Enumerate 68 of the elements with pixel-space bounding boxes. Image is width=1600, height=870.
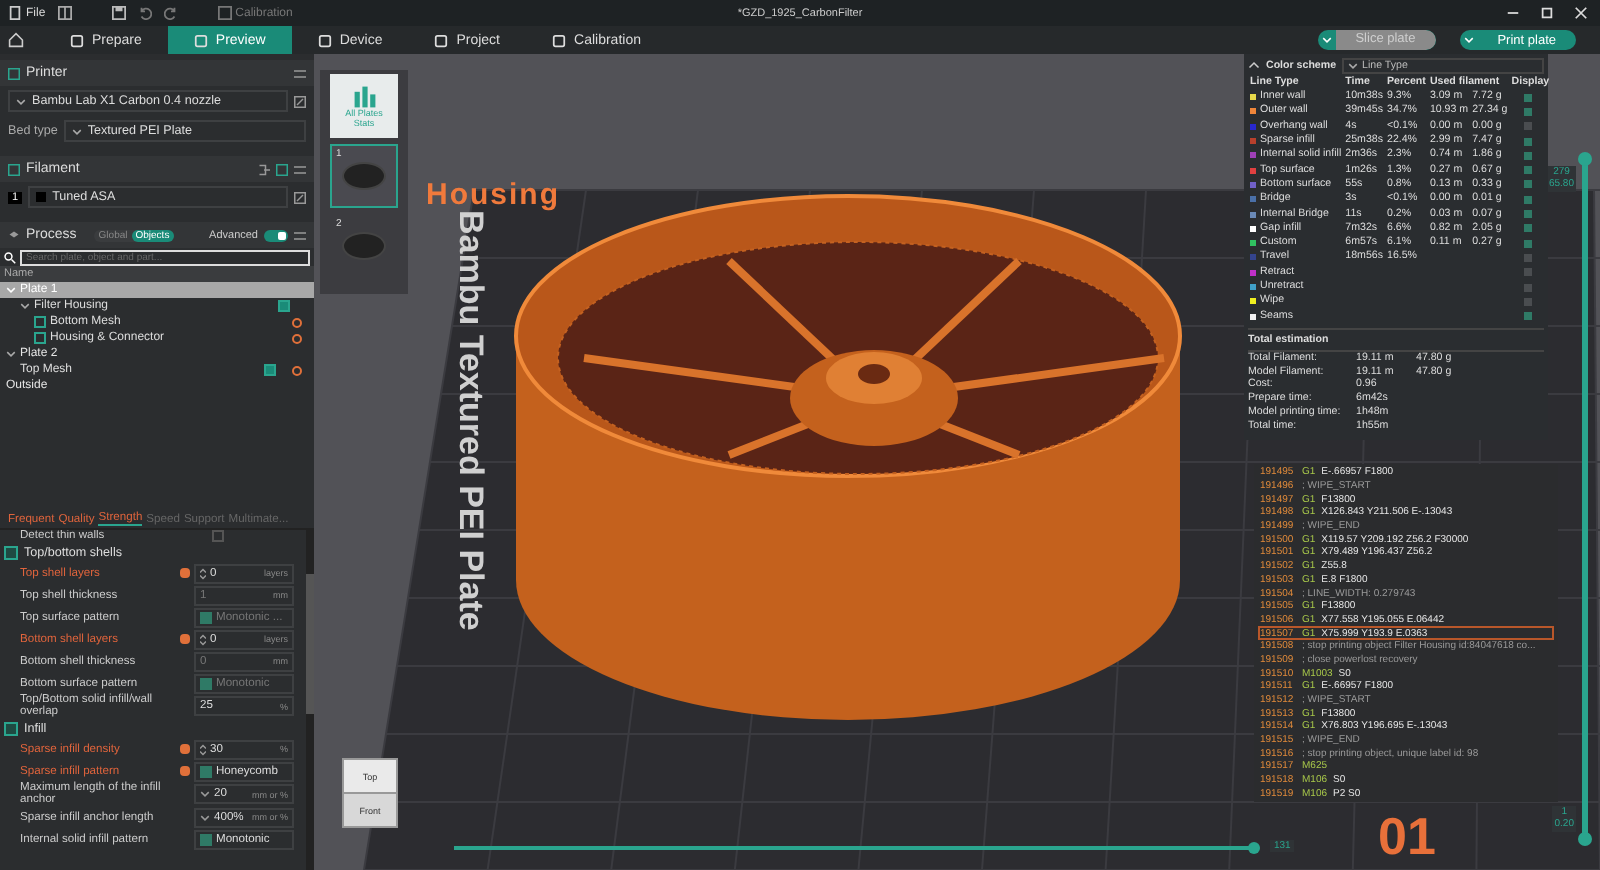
display-checkbox[interactable] bbox=[1523, 297, 1532, 306]
collapse-icon[interactable] bbox=[1248, 60, 1260, 72]
model-thumbnail bbox=[342, 162, 386, 190]
sliders-icon[interactable] bbox=[294, 67, 306, 79]
spinner-icon[interactable] bbox=[200, 743, 206, 756]
caret-icon bbox=[16, 97, 26, 105]
display-checkbox[interactable] bbox=[1523, 253, 1532, 262]
plate-text: Bambu Textured PEI Plate bbox=[452, 210, 490, 631]
display-checkbox[interactable] bbox=[1523, 239, 1532, 248]
display-checkbox[interactable] bbox=[1523, 122, 1532, 131]
layers-icon bbox=[8, 229, 20, 241]
edit-icon[interactable] bbox=[294, 191, 306, 203]
object-label: Housing bbox=[426, 178, 560, 212]
display-checkbox[interactable] bbox=[1523, 195, 1532, 204]
pattern-icon bbox=[200, 677, 212, 690]
slider-thumb[interactable] bbox=[1578, 152, 1592, 166]
pattern-icon bbox=[200, 833, 212, 846]
display-checkbox[interactable] bbox=[1523, 283, 1532, 291]
display-checkbox[interactable] bbox=[1523, 268, 1532, 277]
display-checkbox[interactable] bbox=[1523, 180, 1532, 189]
redo-icon[interactable] bbox=[163, 6, 178, 20]
pattern-icon bbox=[200, 765, 212, 778]
caret-icon bbox=[1321, 36, 1332, 44]
scrollbar-thumb[interactable] bbox=[306, 574, 314, 714]
plate-number: 01 bbox=[1378, 810, 1436, 862]
sliders-icon[interactable] bbox=[294, 163, 306, 175]
spinner-icon[interactable] bbox=[200, 633, 206, 646]
export-icon[interactable] bbox=[258, 163, 270, 175]
edit-icon[interactable] bbox=[294, 95, 306, 107]
display-checkbox[interactable] bbox=[1523, 93, 1532, 102]
caret-icon bbox=[1348, 62, 1359, 70]
caret-icon bbox=[200, 790, 210, 799]
checkbox[interactable] bbox=[264, 364, 276, 376]
checkbox[interactable] bbox=[212, 530, 224, 543]
modified-settings-icon[interactable] bbox=[292, 317, 302, 327]
save-icon[interactable] bbox=[111, 6, 126, 20]
maximize-icon[interactable] bbox=[1540, 6, 1554, 20]
pattern-icon bbox=[200, 611, 212, 624]
modified-settings-icon[interactable] bbox=[292, 333, 302, 343]
display-checkbox[interactable] bbox=[1523, 137, 1532, 146]
filament-swatch bbox=[36, 192, 47, 202]
advanced-switch[interactable] bbox=[264, 229, 288, 241]
display-checkbox[interactable] bbox=[1523, 151, 1532, 160]
spinner-icon[interactable] bbox=[200, 567, 206, 580]
sliders-icon[interactable] bbox=[294, 229, 306, 241]
search-icon bbox=[4, 252, 16, 264]
display-checkbox[interactable] bbox=[1523, 210, 1532, 219]
caret-icon bbox=[71, 127, 82, 135]
section-icon bbox=[4, 721, 18, 736]
grid-icon[interactable] bbox=[57, 6, 72, 20]
undo-icon[interactable] bbox=[137, 6, 152, 20]
minimize-icon[interactable] bbox=[1506, 6, 1520, 20]
caret-icon bbox=[6, 350, 16, 358]
caret-icon bbox=[200, 813, 210, 822]
model-thumbnail bbox=[342, 232, 386, 260]
display-checkbox[interactable] bbox=[1523, 166, 1532, 175]
caret-icon bbox=[1463, 36, 1474, 44]
modified-settings-icon[interactable] bbox=[292, 365, 302, 375]
reset-icon[interactable] bbox=[180, 568, 190, 579]
bar-chart-icon bbox=[351, 84, 377, 110]
section-icon bbox=[4, 545, 18, 560]
close-icon[interactable] bbox=[1574, 6, 1588, 20]
display-checkbox[interactable] bbox=[1523, 224, 1532, 233]
reset-icon[interactable] bbox=[180, 634, 190, 645]
home-icon[interactable] bbox=[8, 32, 24, 48]
display-checkbox[interactable] bbox=[1523, 107, 1532, 116]
display-checkbox[interactable] bbox=[1523, 312, 1532, 321]
checkbox[interactable] bbox=[278, 300, 290, 312]
